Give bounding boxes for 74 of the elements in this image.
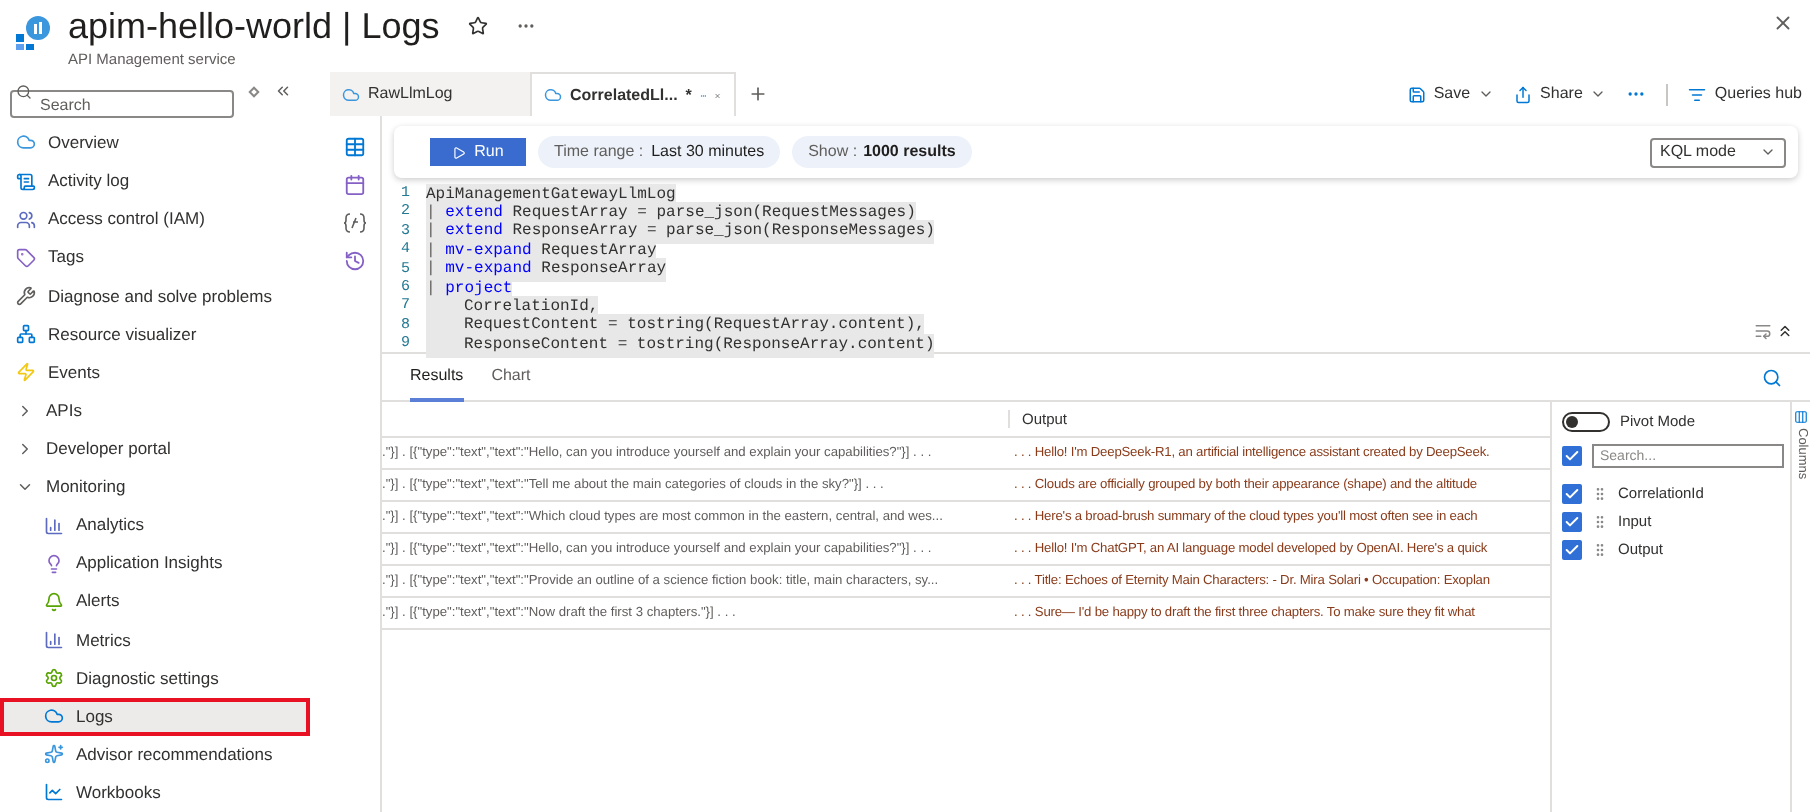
bar-chart-icon	[44, 629, 64, 650]
sidebar-item[interactable]: Developer portal	[0, 429, 310, 468]
search-field[interactable]: Search	[10, 90, 234, 119]
history-icon[interactable]	[344, 250, 366, 272]
page-title: apim-hello-world | Logs	[68, 4, 440, 48]
queries-hub-button[interactable]: Queries hub	[1688, 82, 1802, 106]
close-icon[interactable]	[1772, 12, 1794, 34]
bell-icon	[44, 591, 64, 612]
chevron-icon	[1478, 86, 1495, 102]
play-icon	[452, 145, 467, 159]
mode-dropdown[interactable]: KQL mode	[1650, 137, 1786, 167]
log-icon	[16, 171, 36, 192]
sidebar-item[interactable]: Tags	[0, 238, 310, 277]
chevron-icon	[1760, 144, 1776, 160]
function-icon[interactable]	[344, 212, 366, 234]
checkbox[interactable]	[1562, 446, 1582, 466]
sidebar-item[interactable]: APIs	[0, 391, 310, 430]
check-icon	[1564, 448, 1580, 464]
line-chart-icon	[44, 782, 64, 803]
add-tab-icon[interactable]	[748, 84, 768, 104]
checkbox[interactable]	[1562, 511, 1582, 531]
sidebar-item[interactable]: Access control (IAM)	[0, 200, 310, 239]
bar-chart-icon	[44, 515, 64, 536]
star-icon[interactable]	[467, 16, 488, 36]
columns-icon[interactable]	[1794, 410, 1808, 424]
sidebar-item[interactable]: Workbooks	[0, 773, 310, 812]
checkbox[interactable]	[1562, 539, 1582, 559]
run-button[interactable]: Run	[430, 138, 526, 166]
settings-icon	[44, 667, 64, 688]
list-icon	[1688, 85, 1707, 103]
cloud-icon	[544, 86, 562, 104]
sidebar-item[interactable]: Analytics	[0, 506, 310, 545]
query-tab[interactable]: RawLlmLog	[330, 72, 530, 116]
share-icon	[1514, 85, 1533, 103]
time-range-button[interactable]: Time range : Last 30 minutes	[538, 136, 781, 168]
tag-icon	[16, 247, 36, 268]
people-icon	[16, 209, 36, 230]
logo-icon	[12, 12, 52, 52]
search-icon[interactable]	[1762, 367, 1782, 387]
sidebar-item[interactable]: Activity log	[0, 162, 310, 201]
save-icon	[1407, 85, 1426, 103]
collapse-icon[interactable]	[1776, 322, 1794, 340]
sidebar-item[interactable]: Overview	[0, 123, 310, 163]
pivot-toggle[interactable]	[1562, 412, 1610, 432]
sidebar-item[interactable]: Metrics	[0, 620, 310, 659]
sidebar-item[interactable]: Events	[0, 353, 310, 392]
sidebar-item[interactable]: Logs	[0, 697, 310, 736]
sidebar-item[interactable]: Monitoring	[0, 467, 310, 506]
toolbar-button[interactable]: Save	[1407, 82, 1495, 106]
lightning-icon	[16, 362, 36, 383]
unsaved-mark: *	[685, 83, 692, 107]
sidebar-item[interactable]: Resource visualizer	[0, 314, 310, 354]
lightbulb-icon	[44, 553, 64, 574]
toolbar-button[interactable]: Share	[1514, 82, 1607, 106]
sidebar-item[interactable]: Diagnostic settings	[0, 658, 310, 698]
cloud-icon	[16, 132, 36, 153]
checkbox[interactable]	[1562, 483, 1582, 503]
cloud-icon	[342, 85, 360, 103]
table-icon[interactable]	[344, 136, 366, 158]
cloud-icon	[44, 706, 64, 727]
sidebar-item[interactable]: Diagnose and solve problems	[0, 276, 310, 315]
results-tab[interactable]: Results	[410, 353, 464, 401]
show-button[interactable]: Show : 1000 results	[792, 136, 972, 168]
collapse-icon[interactable]	[274, 82, 292, 101]
sidebar-item[interactable]: Application Insights	[0, 544, 310, 583]
sidebar-item[interactable]: Alerts	[0, 582, 310, 621]
chevron-icon	[1590, 86, 1607, 102]
sparkle-icon	[44, 744, 64, 765]
network-icon	[16, 324, 36, 344]
wrench-icon	[16, 285, 36, 306]
results-tab[interactable]: Chart	[491, 353, 531, 401]
sidebar-item[interactable]: Advisor recommendations	[0, 735, 310, 774]
calendar-icon[interactable]	[344, 174, 366, 196]
search-icon	[16, 83, 32, 100]
